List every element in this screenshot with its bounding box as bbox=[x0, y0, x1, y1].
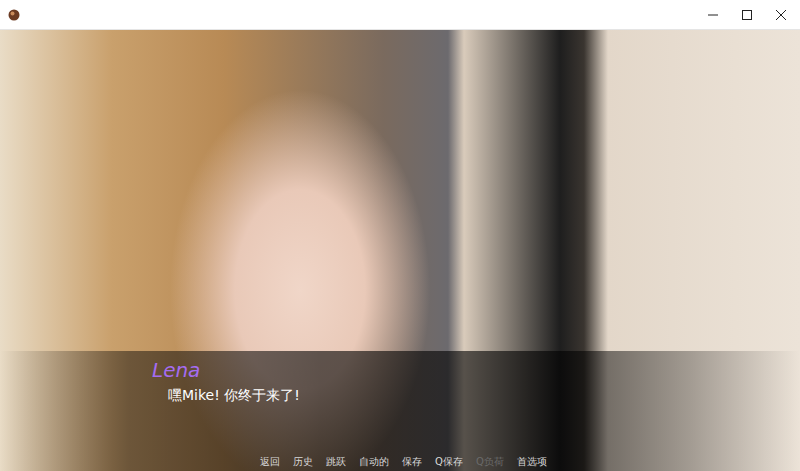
minimize-icon bbox=[708, 10, 718, 20]
maximize-icon bbox=[742, 10, 752, 20]
game-window: Lena嘿Mike! 你终于来了!返回历史跳跃自动的保存Q保存Q负荷首选项 bbox=[0, 0, 800, 471]
quick-menu-item[interactable]: Q保存 bbox=[435, 455, 463, 469]
title-bar bbox=[0, 0, 800, 30]
quick-menu-item[interactable]: 保存 bbox=[402, 455, 422, 469]
dialogue-text: 嘿Mike! 你终于来了! bbox=[168, 385, 800, 405]
close-icon bbox=[776, 10, 786, 20]
quick-menu-item[interactable]: 历史 bbox=[293, 455, 313, 469]
dialogue-box[interactable]: Lena嘿Mike! 你终于来了! bbox=[0, 351, 800, 471]
speaker-name: Lena bbox=[152, 357, 800, 383]
quick-menu-item[interactable]: 跳跃 bbox=[326, 455, 346, 469]
close-button[interactable] bbox=[764, 0, 798, 30]
quick-menu-item[interactable]: 自动的 bbox=[359, 455, 389, 469]
quick-menu: 返回历史跳跃自动的保存 Q保存 Q负荷首选项 bbox=[260, 455, 547, 469]
maximize-button[interactable] bbox=[730, 0, 764, 30]
app-icon bbox=[8, 9, 20, 21]
quick-menu-item[interactable]: 返回 bbox=[260, 455, 280, 469]
quick-menu-item: Q负荷 bbox=[476, 455, 504, 469]
minimize-button[interactable] bbox=[696, 0, 730, 30]
quick-menu-item[interactable]: 首选项 bbox=[517, 455, 547, 469]
game-stage[interactable]: Lena嘿Mike! 你终于来了!返回历史跳跃自动的保存Q保存Q负荷首选项 bbox=[0, 30, 800, 471]
